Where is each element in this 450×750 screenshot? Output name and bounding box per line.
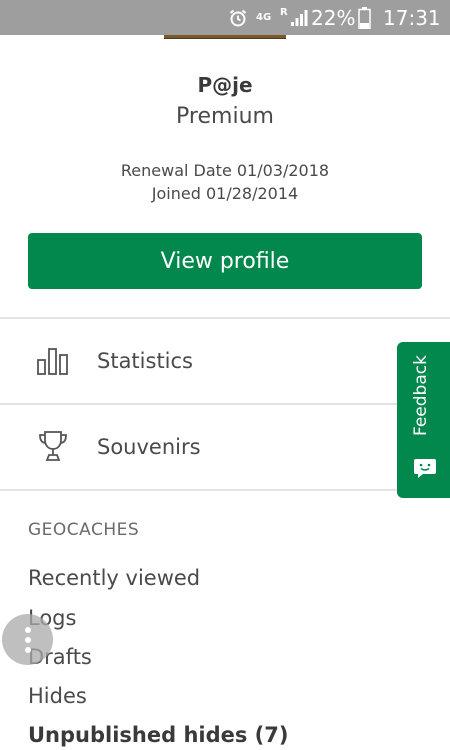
menu-item-souvenirs[interactable]: Souvenirs <box>0 405 450 489</box>
renewal-date: Renewal Date 01/03/2018 <box>120 161 330 180</box>
menu-item-label: Statistics <box>97 349 193 373</box>
more-vertical-icon-dot <box>24 636 31 643</box>
chat-smile-icon[interactable] <box>413 458 437 478</box>
list-item-unpublished-hides[interactable]: Unpublished hides (7) <box>28 723 289 747</box>
feedback-label[interactable]: Feedback <box>411 355 431 436</box>
view-profile-label: View profile <box>160 248 290 274</box>
network-label: 4G <box>256 11 272 23</box>
section-header-geocaches: GEOCACHES <box>28 520 140 540</box>
membership-type: Premium <box>176 104 274 129</box>
signal-bars-icon: R <box>280 0 308 35</box>
list-item-recently-viewed[interactable]: Recently viewed <box>28 566 200 590</box>
roaming-label: R <box>280 7 288 18</box>
username: P@je <box>197 73 253 97</box>
more-vertical-icon-dot <box>24 646 31 653</box>
view-profile-button[interactable]: View profile <box>28 233 422 289</box>
more-vertical-icon <box>24 626 31 633</box>
battery-percent: 22% <box>311 5 356 30</box>
menu-item-statistics[interactable]: Statistics <box>0 319 450 403</box>
more-options-button[interactable] <box>2 614 53 665</box>
menu-item-label: Souvenirs <box>97 435 201 459</box>
avatar[interactable] <box>164 35 286 39</box>
alarm-clock-icon <box>228 0 248 35</box>
list-item-hides[interactable]: Hides <box>28 684 87 708</box>
network-type-indicator: 4G <box>256 0 271 35</box>
bar-chart-icon <box>36 344 70 378</box>
status-bar: 4G R 22% 17:31 <box>0 0 450 35</box>
clock-time: 17:31 <box>383 5 441 30</box>
trophy-icon <box>36 429 70 463</box>
divider <box>0 489 450 491</box>
battery-icon <box>358 0 371 35</box>
joined-date: Joined 01/28/2014 <box>151 184 299 203</box>
